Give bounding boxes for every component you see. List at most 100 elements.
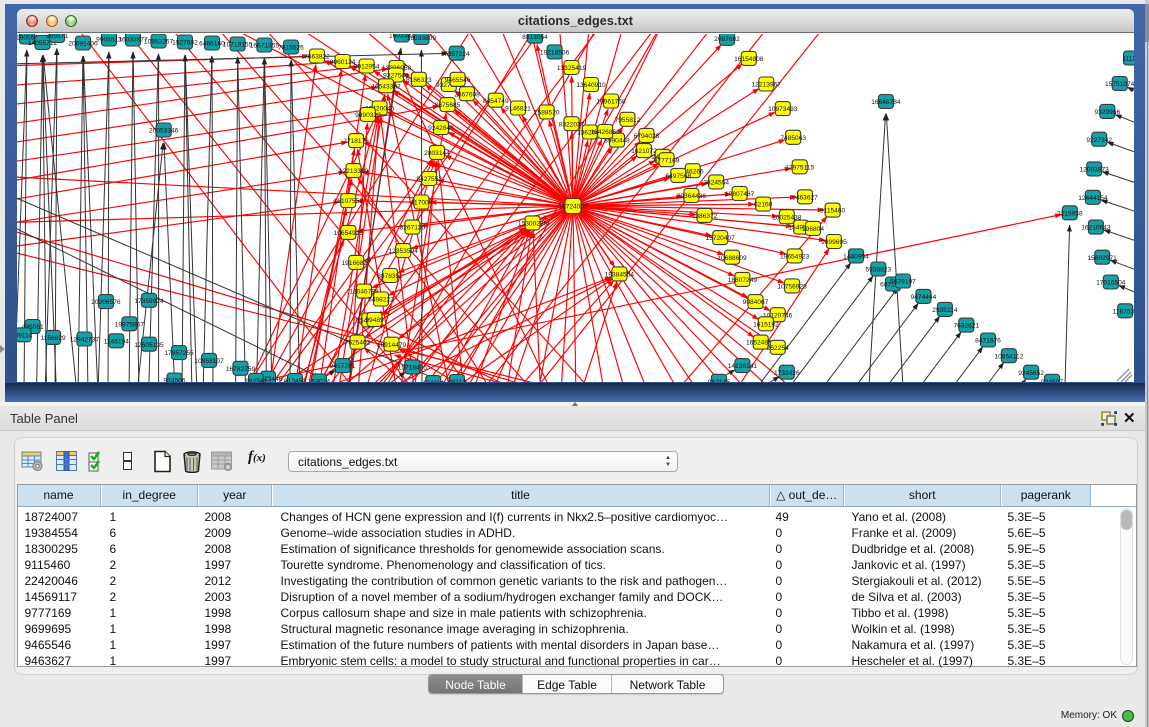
svg-text:15720407: 15720407 (706, 235, 736, 242)
svg-text:19218506: 19218506 (540, 50, 570, 57)
svg-text:962145: 962145 (708, 379, 730, 382)
svg-text:12213967: 12213967 (752, 82, 782, 89)
svg-text:153024: 153024 (308, 379, 330, 382)
svg-text:2803144: 2803144 (424, 150, 450, 157)
svg-text:196804: 196804 (802, 226, 824, 233)
svg-text:10654112: 10654112 (994, 353, 1023, 360)
svg-text:10719155: 10719155 (223, 42, 253, 49)
svg-text:12213389: 12213389 (339, 168, 369, 175)
svg-text:16426866: 16426866 (591, 129, 621, 136)
svg-text:15751074: 15751074 (1105, 81, 1134, 88)
svg-text:9890329: 9890329 (355, 112, 381, 119)
svg-text:19975867: 19975867 (115, 321, 145, 328)
svg-text:9474444: 9474444 (911, 294, 937, 301)
svg-text:16210643: 16210643 (1081, 225, 1111, 232)
svg-text:1440954: 1440954 (843, 254, 869, 261)
svg-text:17016504: 17016504 (1096, 280, 1126, 287)
svg-text:16782759: 16782759 (226, 366, 256, 373)
svg-text:1615192: 1615192 (753, 321, 779, 328)
svg-text:2718176: 2718176 (343, 138, 369, 145)
svg-text:11123: 11123 (1122, 56, 1134, 63)
svg-text:12353594: 12353594 (389, 248, 419, 255)
svg-text:7663822: 7663822 (304, 54, 330, 61)
svg-text:12093873: 12093873 (1080, 167, 1110, 174)
svg-text:20053346: 20053346 (149, 128, 179, 135)
svg-text:20206576: 20206576 (91, 299, 121, 306)
svg-text:1145194: 1145194 (104, 338, 130, 345)
svg-text:62160: 62160 (754, 202, 773, 209)
svg-text:9777169: 9777169 (654, 157, 680, 164)
svg-text:16033809: 16033809 (407, 35, 437, 42)
svg-text:18724007: 18724007 (558, 204, 588, 211)
svg-text:8878352: 8878352 (377, 273, 403, 280)
svg-text:154114: 154114 (422, 380, 444, 382)
svg-text:20364436: 20364436 (677, 193, 707, 200)
svg-text:16914479: 16914479 (377, 342, 407, 349)
svg-text:6497568: 6497568 (665, 173, 691, 180)
svg-text:1733426: 1733426 (774, 370, 800, 377)
svg-text:20691406: 20691406 (68, 41, 98, 48)
svg-text:17359924: 17359924 (134, 298, 164, 305)
svg-text:12505135: 12505135 (134, 342, 164, 349)
svg-text:10807487: 10807487 (725, 191, 755, 198)
svg-text:9242848: 9242848 (428, 125, 454, 132)
svg-text:5679197: 5679197 (890, 279, 916, 286)
svg-text:9115460: 9115460 (820, 208, 846, 215)
svg-text:19654923: 19654923 (780, 254, 810, 261)
svg-text:9463627: 9463627 (792, 194, 818, 201)
svg-text:19166827: 19166827 (342, 260, 372, 267)
svg-text:10958107: 10958107 (194, 358, 224, 365)
svg-text:13640910: 13640910 (576, 82, 606, 89)
svg-text:14136141: 14136141 (728, 363, 758, 370)
svg-text:5498222: 5498222 (368, 297, 394, 304)
svg-text:99489: 99489 (365, 317, 384, 324)
svg-text:6794028: 6794028 (634, 133, 660, 140)
svg-text:2367608: 2367608 (454, 91, 480, 98)
svg-text:15692971: 15692971 (1088, 255, 1118, 262)
svg-text:6466160: 6466160 (199, 41, 225, 48)
svg-text:3675685: 3675685 (435, 102, 461, 109)
svg-text:8960124: 8960124 (330, 59, 356, 66)
svg-text:16154808: 16154808 (734, 56, 764, 63)
svg-text:2087682: 2087682 (714, 36, 740, 43)
svg-text:2935114: 2935114 (932, 307, 958, 314)
svg-text:10688609: 10688609 (717, 255, 747, 262)
svg-text:3215958: 3215958 (1057, 210, 1083, 217)
svg-text:1167533: 1167533 (1113, 308, 1134, 315)
svg-text:7515526: 7515526 (278, 45, 304, 52)
svg-text:10853267: 10853267 (144, 39, 174, 46)
svg-text:924507: 924507 (1041, 379, 1063, 382)
svg-text:417004: 417004 (410, 200, 432, 207)
svg-text:9227342: 9227342 (1086, 137, 1112, 144)
svg-text:16543382: 16543382 (371, 83, 401, 90)
svg-text:8427552: 8427552 (416, 176, 442, 183)
svg-text:1588520: 1588520 (534, 110, 560, 117)
svg-text:16107552: 16107552 (334, 198, 364, 205)
svg-text:9084067: 9084067 (743, 299, 769, 306)
svg-text:15300275: 15300275 (518, 221, 548, 228)
svg-text:8186323: 8186323 (406, 77, 432, 84)
svg-text:8471676: 8471676 (975, 338, 1001, 345)
svg-text:8267130: 8267130 (400, 225, 426, 232)
svg-text:10973493: 10973493 (768, 106, 798, 113)
svg-text:924506: 924506 (163, 378, 185, 382)
svg-text:7386372: 7386372 (692, 213, 718, 220)
svg-text:7625402: 7625402 (345, 340, 371, 347)
svg-text:182341: 182341 (245, 378, 267, 382)
svg-text:5938923: 5938923 (865, 267, 891, 274)
svg-text:16671355: 16671355 (250, 43, 280, 50)
svg-text:17957255: 17957255 (164, 350, 194, 357)
svg-text:252254: 252254 (767, 345, 789, 352)
svg-text:8813054: 8813054 (522, 34, 548, 41)
svg-text:15716485: 15716485 (398, 365, 428, 372)
svg-text:12975115: 12975115 (785, 164, 814, 171)
svg-text:13325419: 13325419 (557, 65, 587, 72)
svg-text:1527602: 1527602 (172, 40, 198, 47)
svg-text:10654925: 10654925 (334, 230, 364, 237)
svg-text:8322037: 8322037 (559, 121, 585, 128)
svg-text:10756928: 10756928 (777, 284, 807, 291)
svg-text:39114: 39114 (17, 332, 33, 339)
svg-text:1156829: 1156829 (41, 335, 67, 342)
svg-text:98113: 98113 (448, 379, 466, 382)
svg-text:16961758: 16961758 (596, 99, 626, 106)
